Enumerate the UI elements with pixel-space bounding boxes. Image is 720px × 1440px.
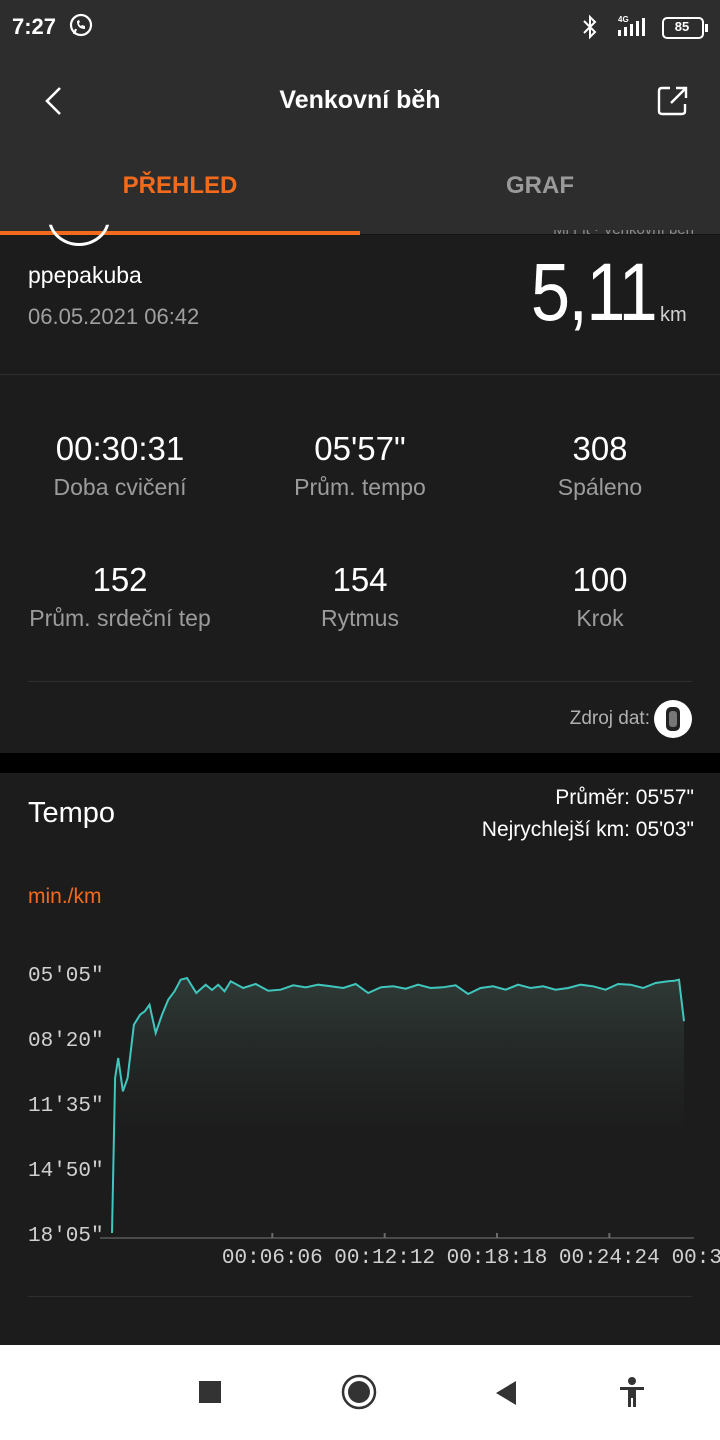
page-title: Venkovní běh [279, 86, 441, 114]
stat-value: 154 [332, 561, 388, 598]
recents-button[interactable] [198, 1380, 222, 1404]
signal-icon: 4G [618, 15, 645, 36]
stat-stride: 100 Krok [480, 561, 720, 632]
tab-graph[interactable]: GRAF [360, 172, 720, 200]
x-tick-label: 00:24:24 [559, 1247, 660, 1270]
workout-datetime: 06.05.2021 06:42 [28, 304, 200, 329]
y-tick-label: 08'20" [28, 1030, 104, 1053]
svg-text:4G: 4G [618, 15, 629, 24]
stat-label: Doba cvičení [53, 474, 187, 500]
stat-label: Prům. srdeční tep [29, 605, 211, 631]
status-time: 7:27 [12, 14, 57, 39]
share-button[interactable] [656, 84, 690, 118]
tempo-unit: min./km [28, 885, 102, 908]
x-tick-label: 00:30:31 [672, 1247, 720, 1270]
tempo-title: Tempo [28, 797, 116, 829]
accessibility-icon[interactable] [618, 1376, 646, 1408]
pace-area [112, 978, 684, 1233]
stat-duration: 00:30:31 Doba cvičení [0, 430, 240, 501]
tempo-fastest: Nejrychlejší km: 05'03" [481, 818, 694, 841]
stat-value: 100 [572, 561, 628, 598]
stat-value: 152 [92, 561, 148, 598]
tempo-average: Průměr: 05'57" [555, 786, 694, 809]
home-button[interactable] [341, 1374, 377, 1410]
divider [28, 1296, 692, 1297]
section-gap [0, 753, 720, 773]
viber-icon [69, 13, 93, 37]
y-tick-label: 05'05" [28, 965, 104, 988]
tempo-chart: 05'05" 08'20" 11'35" 14'50" 18'05" 00:06:06 00… [28, 965, 720, 1270]
data-source-label: Zdroj dat: [569, 708, 650, 729]
stat-label: Prům. tempo [294, 474, 426, 500]
stat-label: Rytmus [321, 605, 399, 631]
x-tick-label: 00:06:06 [222, 1247, 323, 1270]
stat-value: 308 [572, 430, 628, 467]
y-tick-label: 14'50" [28, 1160, 104, 1183]
back-nav-button[interactable] [494, 1380, 518, 1406]
distance-value: 5,11 [530, 247, 658, 338]
stat-value: 00:30:31 [55, 430, 185, 467]
y-tick-label: 11'35" [28, 1095, 104, 1118]
stat-value: 05'57" [314, 430, 406, 467]
bluetooth-icon [583, 14, 597, 40]
tab-overview[interactable]: PŘEHLED [0, 172, 360, 200]
distance-unit: km [660, 304, 687, 326]
stat-label: Spáleno [557, 474, 643, 500]
username: ppepakuba [28, 262, 142, 288]
battery-level: 85 [674, 19, 690, 34]
divider [28, 681, 692, 682]
divider [0, 374, 720, 375]
x-tick-label: 00:18:18 [447, 1247, 548, 1270]
stat-heart-rate: 152 Prům. srdeční tep [0, 561, 240, 632]
watch-icon[interactable] [654, 700, 692, 738]
y-tick-label: 18'05" [28, 1225, 104, 1248]
stat-label: Krok [576, 605, 624, 631]
x-tick-label: 00:12:12 [334, 1247, 435, 1270]
app-bar [0, 56, 720, 234]
stat-avg-pace: 05'57" Prům. tempo [240, 430, 480, 501]
stat-calories: 308 Spáleno [480, 430, 720, 501]
stat-cadence: 154 Rytmus [240, 561, 480, 632]
